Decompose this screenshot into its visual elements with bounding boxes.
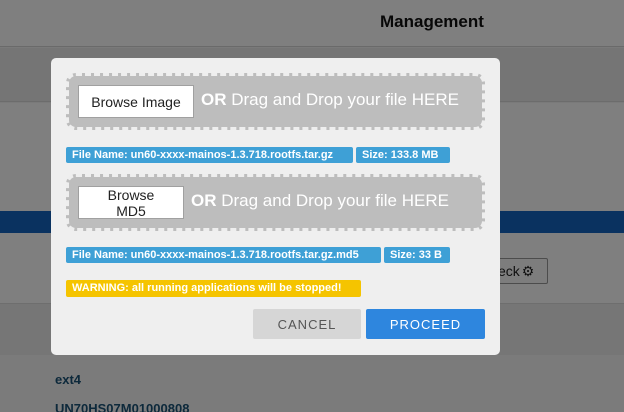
image-dropzone-text: OR Drag and Drop your file HERE (201, 90, 459, 110)
md5-dropzone-text: OR Drag and Drop your file HERE (191, 191, 449, 211)
image-file-size-badge: Size: 133.8 MB (356, 147, 450, 163)
drag-drop-label: Drag and Drop your file HERE (216, 191, 449, 210)
browse-md5-button[interactable]: Browse MD5 (78, 186, 184, 219)
md5-file-name-badge: File Name: un60-xxxx-mainos-1.3.718.root… (66, 247, 381, 263)
drag-drop-label: Drag and Drop your file HERE (226, 90, 459, 109)
image-dropzone[interactable]: Browse Image OR Drag and Drop your file … (66, 73, 485, 130)
md5-file-size-badge: Size: 33 B (384, 247, 450, 263)
or-label: OR (201, 90, 227, 109)
md5-dropzone[interactable]: Browse MD5 OR Drag and Drop your file HE… (66, 174, 485, 231)
upload-modal: Browse Image OR Drag and Drop your file … (51, 58, 500, 355)
image-file-name-badge: File Name: un60-xxxx-mainos-1.3.718.root… (66, 147, 353, 163)
warning-badge: WARNING: all running applications will b… (66, 280, 361, 297)
browse-image-button[interactable]: Browse Image (78, 85, 194, 118)
or-label: OR (191, 191, 217, 210)
proceed-button[interactable]: PROCEED (366, 309, 485, 339)
cancel-button[interactable]: CANCEL (253, 309, 361, 339)
